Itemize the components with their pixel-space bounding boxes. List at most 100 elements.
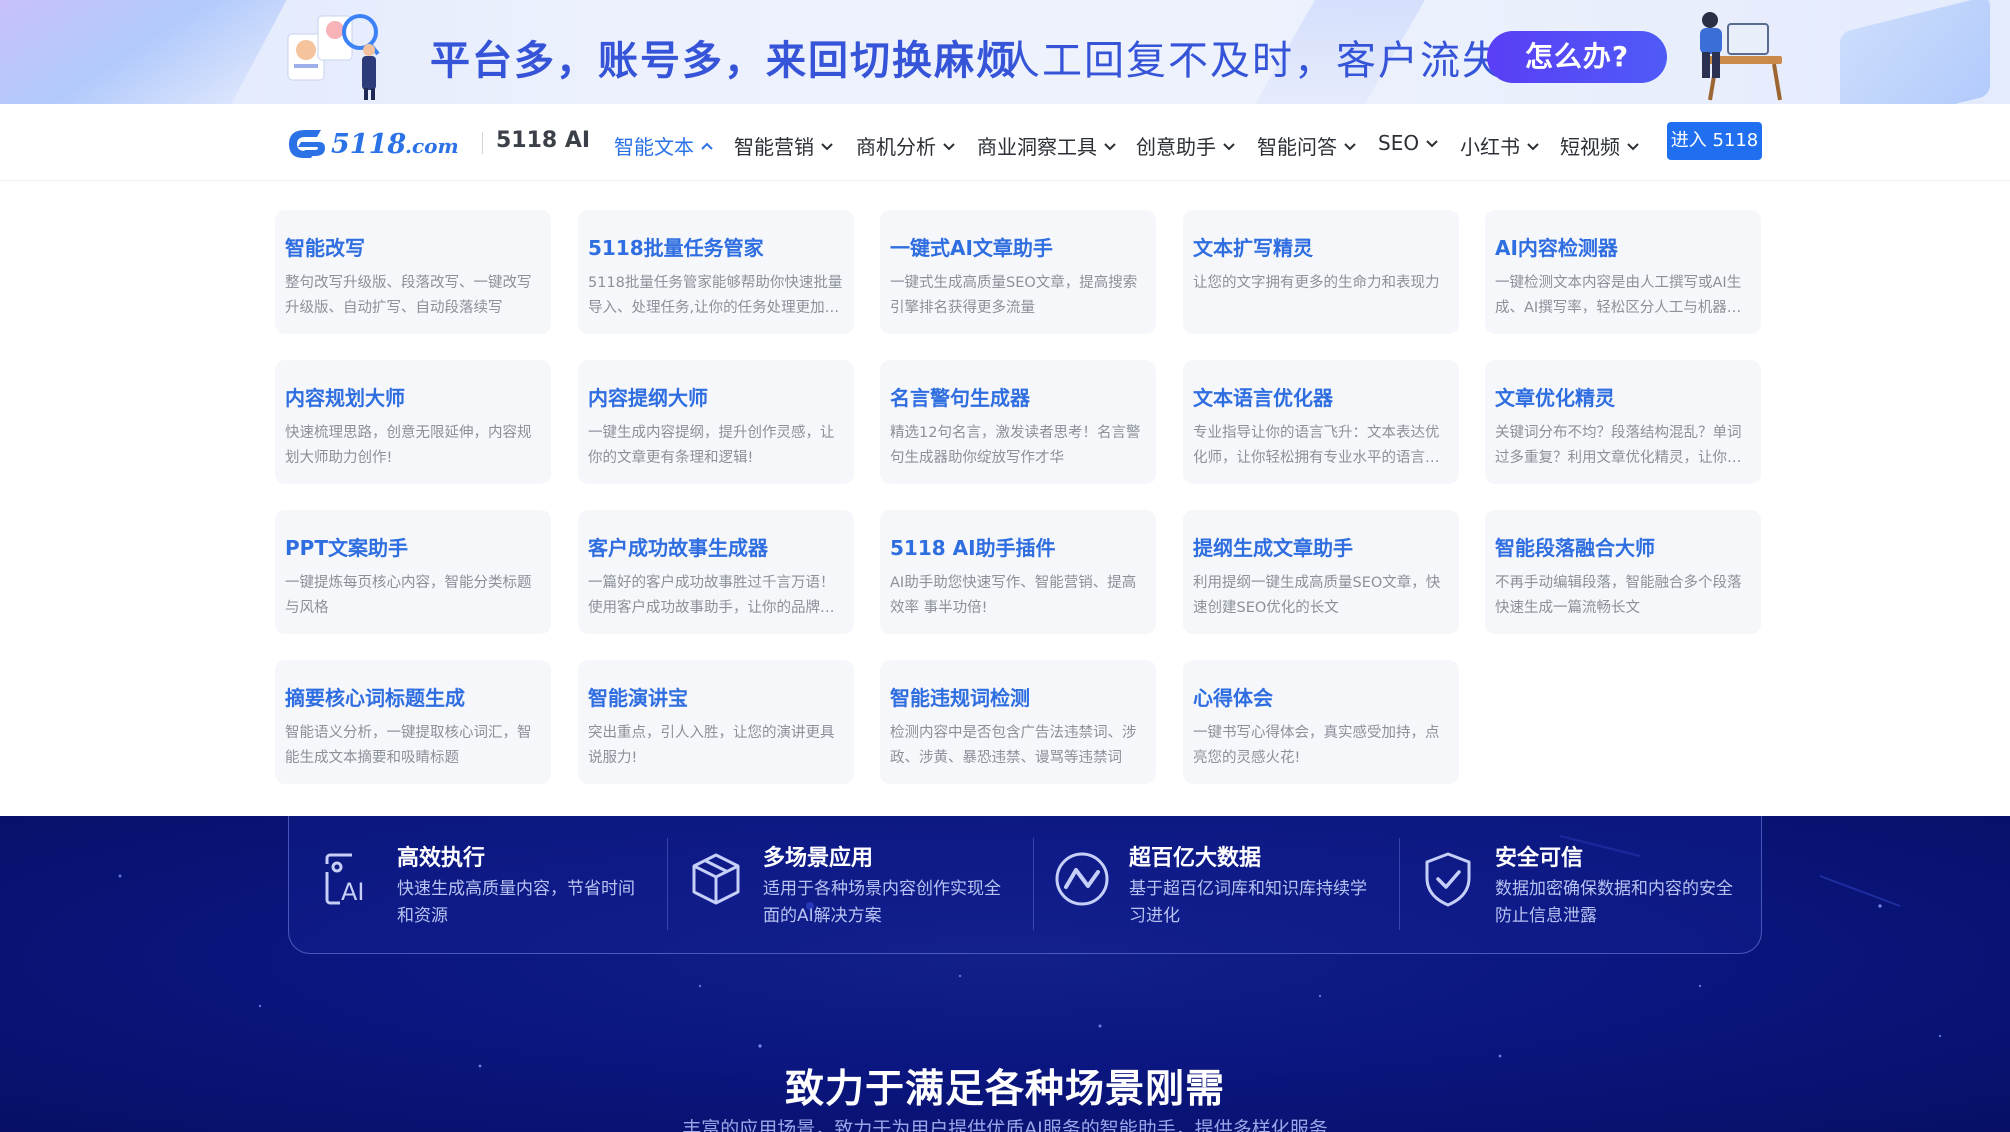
nav-item-label: 短视频 [1560,135,1620,159]
svg-text:AI: AI [341,878,365,906]
banner-headline: 平台多，账号多，来回切换麻烦 [430,38,1018,84]
tool-card-title: 心得体会 [1193,686,1273,710]
tool-card-title: 客户成功故事生成器 [588,536,768,560]
logo-5118[interactable]: 5118 .com [285,122,471,164]
tool-card-desc: 一键式生成高质量SEO文章，提高搜索引擎排名获得更多流量 [890,275,1138,316]
nav-item-smart-qa[interactable]: 智能问答 [1257,131,1357,160]
feature-divider [1399,838,1400,930]
nav-item-business-analysis[interactable]: 商机分析 [856,131,956,160]
tool-card-title: 智能违规词检测 [890,686,1030,710]
tool-card-title: 智能段落融合大师 [1495,536,1655,560]
tool-card-desc: AI助手助您快速写作、智能营销、提高效率 事半功倍! [890,575,1137,616]
feature-title: 超百亿大数据 [1129,846,1262,871]
shield-check-icon [1425,852,1471,907]
tool-card[interactable]: 客户成功故事生成器 一篇好的客户成功故事胜过千言万语！使用客户成功故事助手，让你… [578,510,854,634]
tool-card-desc: 一键提炼每页核心内容，智能分类标题与风格 [285,575,532,616]
banner-decoration-left [0,0,298,104]
tool-card-desc: 检测内容中是否包含广告法违禁词、涉政、涉黄、暴恐违禁、谩骂等违禁词 [890,725,1137,766]
nav-item-label: 商业洞察工具 [977,135,1097,159]
tool-card[interactable]: 名言警句生成器 精选12句名言，激发读者思考！名言警句生成器助你绽放写作才华 [880,360,1156,484]
tool-card-title: 提纲生成文章助手 [1193,536,1353,560]
tool-card-title: 内容规划大师 [285,386,405,410]
feature-divider [1033,838,1034,930]
tool-card-title: 智能演讲宝 [588,686,688,710]
chevron-down-icon [1223,142,1235,150]
nav-item-smart-text[interactable]: 智能文本 [614,131,714,160]
feature-divider [667,838,668,930]
promo-banner[interactable]: 平台多，账号多，来回切换麻烦 人工回复不及时，客户流失 怎么办? [0,0,2010,104]
tool-card[interactable]: AI内容检测器 一键检测文本内容是由人工撰写或AI生成、AI撰写率，轻松区分人工… [1485,210,1761,334]
tool-card[interactable]: 文本扩写精灵 让您的文字拥有更多的生命力和表现力 [1183,210,1459,334]
chevron-up-icon [701,142,713,150]
svg-text:5118: 5118 [331,129,406,160]
feature-title: 多场景应用 [763,846,874,871]
tool-card-title: 名言警句生成器 [890,386,1030,410]
tool-card-desc: 整句改写升级版、段落改写、一键改写升级版、自动扩写、自动段落续写 [285,275,532,316]
feature-desc: 数据加密确保数据和内容的安全防止信息泄露 [1495,879,1733,926]
nav-item-short-video[interactable]: 短视频 [1560,131,1640,160]
chevron-down-icon [943,142,955,150]
desk-worker-illustration-icon [1700,12,1782,101]
tool-card[interactable]: 文章优化精灵 关键词分布不均？段落结构混乱？单词过多重复？利用文章优化精灵，让你… [1485,360,1761,484]
chevron-down-icon [1426,140,1438,148]
feature-title: 高效执行 [397,846,486,871]
tool-card-title: 一键式AI文章助手 [890,236,1053,260]
tool-card[interactable]: 摘要核心词标题生成 智能语义分析，一键提取核心词汇，智能生成文本摘要和吸睛标题 [275,660,551,784]
feature-title: 安全可信 [1495,846,1584,871]
tool-card[interactable]: 内容提纲大师 一键生成内容提纲，提升创作灵感，让你的文章更有条理和逻辑! [578,360,854,484]
tool-card-desc: 专业指导让你的语言飞升：文本表达优化师，让你轻松拥有专业水平的语言表达 [1193,425,1440,466]
tool-card[interactable]: 智能段落融合大师 不再手动编辑段落，智能融合多个段落快速生成一篇流畅长文 [1485,510,1761,634]
top-nav: 5118 .com 5118 AI 智能文本 智能营销 商机分析 商业洞察工具 … [0,104,2010,181]
feature-item: AI 高效执行 快速生成高质量内容，节省时间和资源 [321,836,651,936]
tool-card[interactable]: 提纲生成文章助手 利用提纲一键生成高质量SEO文章，快速创建SEO优化的长文 [1183,510,1459,634]
feature-desc: 适用于各种场景内容创作实现全面的AI解决方案 [763,879,1001,926]
tool-card-desc: 一篇好的客户成功故事胜过千言万语！使用客户成功故事助手，让你的品牌更有说服力 [588,575,835,616]
chevron-down-icon [1527,142,1539,150]
banner-decoration-right [1840,0,1990,104]
tool-card[interactable]: 心得体会 一键书写心得体会，真实感受加持，点亮您的灵感火花! [1183,660,1459,784]
tool-card-desc: 一键书写心得体会，真实感受加持，点亮您的灵感火花! [1193,725,1440,766]
tool-card-desc: 利用提纲一键生成高质量SEO文章，快速创建SEO优化的长文 [1193,575,1441,616]
tool-card-title: 智能改写 [285,236,365,260]
tool-card-title: 5118 AI助手插件 [890,536,1056,560]
tool-card-desc: 不再手动编辑段落，智能融合多个段落快速生成一篇流畅长文 [1495,575,1742,616]
tool-card[interactable]: 5118批量任务管家 5118批量任务管家能够帮助你快速批量导入、处理任务,让你… [578,210,854,334]
enter-5118-button[interactable]: 进入 5118 [1667,122,1762,160]
tool-card-desc: 5118批量任务管家能够帮助你快速批量导入、处理任务,让你的任务处理更加高效 [588,275,843,316]
tool-card[interactable]: 文本语言优化器 专业指导让你的语言飞升：文本表达优化师，让你轻松拥有专业水平的语… [1183,360,1459,484]
tool-card-title: AI内容检测器 [1495,236,1618,260]
nav-item-business-insight[interactable]: 商业洞察工具 [977,131,1117,160]
brand-name: 5118 AI [496,128,591,153]
people-illustration-icon [287,14,380,100]
tool-card-title: 内容提纲大师 [588,386,708,410]
nav-item-smart-marketing[interactable]: 智能营销 [734,131,834,160]
section-heading: 致力于满足各种场景刚需 [784,1067,1225,1112]
tool-card-desc: 一键检测文本内容是由人工撰写或AI生成、AI撰写率，轻松区分人工与机器写作 [1495,275,1742,316]
nav-item-seo[interactable]: SEO [1378,131,1439,155]
tool-card-title: 文本语言优化器 [1193,386,1333,410]
tool-card-desc: 一键生成内容提纲，提升创作灵感，让你的文章更有条理和逻辑! [588,425,835,466]
tool-card[interactable]: 智能违规词检测 检测内容中是否包含广告法违禁词、涉政、涉黄、暴恐违禁、谩骂等违禁… [880,660,1156,784]
tool-card-desc: 让您的文字拥有更多的生命力和表现力 [1193,275,1440,291]
nav-item-label: 商机分析 [856,135,936,159]
tool-card[interactable]: 内容规划大师 快速梳理思路，创意无限延伸，内容规划大师助力创作! [275,360,551,484]
banner-headline-secondary: 人工回复不及时，客户流失 [1000,38,1504,84]
feature-desc: 快速生成高质量内容，节省时间和资源 [397,879,635,926]
tool-card[interactable]: 一键式AI文章助手 一键式生成高质量SEO文章，提高搜索引擎排名获得更多流量 [880,210,1156,334]
nav-item-label: 智能文本 [614,135,694,159]
nav-item-label: 智能营销 [734,135,814,159]
features-section: AI 高效执行 快速生成高质量内容，节省时间和资源 多场景应用 适用于各种场景内… [0,816,2010,1132]
tool-card[interactable]: PPT文案助手 一键提炼每页核心内容，智能分类标题与风格 [275,510,551,634]
banner-cta-button[interactable]: 怎么办? [1487,31,1667,83]
tool-card[interactable]: 智能演讲宝 突出重点，引人入胜，让您的演讲更具说服力! [578,660,854,784]
feature-item: 多场景应用 适用于各种场景内容创作实现全面的AI解决方案 [687,836,1017,936]
tool-card-title: PPT文案助手 [285,536,408,560]
tool-card[interactable]: 智能改写 整句改写升级版、段落改写、一键改写升级版、自动扩写、自动段落续写 [275,210,551,334]
nav-item-creative-assistant[interactable]: 创意助手 [1136,131,1236,160]
nav-item-xiaohongshu[interactable]: 小红书 [1460,131,1540,160]
nav-item-label: 智能问答 [1257,135,1337,159]
tool-card[interactable]: 5118 AI助手插件 AI助手助您快速写作、智能营销、提高效率 事半功倍! [880,510,1156,634]
svg-text:.com: .com [405,134,459,158]
features-panel: AI 高效执行 快速生成高质量内容，节省时间和资源 多场景应用 适用于各种场景内… [288,816,1762,954]
tool-card-title: 摘要核心词标题生成 [285,686,465,710]
